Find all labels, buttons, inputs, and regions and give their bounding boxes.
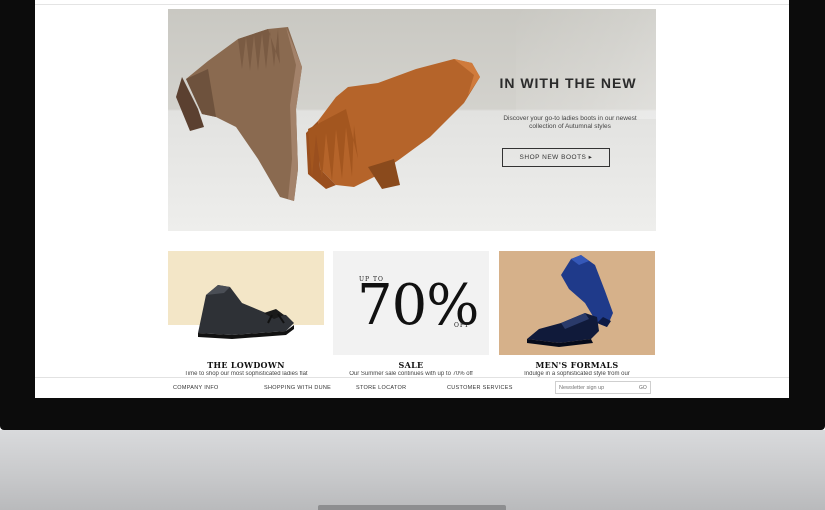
footer-nav: COMPANY INFO SHOPPING WITH DUNE STORE LO… bbox=[35, 377, 789, 398]
header-divider bbox=[35, 4, 789, 5]
newsletter-submit-button[interactable]: GO bbox=[639, 385, 647, 391]
newsletter-input[interactable] bbox=[555, 381, 651, 394]
tile-title-the-lowdown[interactable]: THE LOWDOWN bbox=[168, 360, 324, 370]
hero-description-line-2: collection of Autumnal styles bbox=[529, 123, 611, 130]
right-boot-icon bbox=[306, 59, 480, 189]
hero-title: IN WITH THE NEW bbox=[499, 75, 637, 91]
left-boot-icon bbox=[176, 27, 302, 201]
boots-image bbox=[176, 27, 480, 201]
tile-the-lowdown[interactable] bbox=[168, 251, 324, 355]
tile-title-sale[interactable]: SALE bbox=[333, 360, 489, 370]
footer-link-shopping-with-dune[interactable]: SHOPPING WITH DUNE bbox=[264, 385, 331, 391]
browser-screen: IN WITH THE NEW Discover your go-to ladi… bbox=[35, 0, 789, 398]
tile-title-mens-formals[interactable]: MEN'S FORMALS bbox=[499, 360, 655, 370]
monitor-chin bbox=[0, 430, 825, 510]
flat-shoe-icon bbox=[198, 285, 294, 339]
promo-off: OFF bbox=[454, 322, 471, 329]
monitor-stand bbox=[318, 505, 506, 510]
tile-sale[interactable]: UP TO 70% OFF bbox=[333, 251, 489, 355]
hero-description: Discover your go-to ladies boots in our … bbox=[484, 115, 656, 131]
footer-link-company-info[interactable]: COMPANY INFO bbox=[173, 385, 219, 391]
shop-new-boots-button[interactable]: SHOP NEW BOOTS ▸ bbox=[502, 148, 610, 167]
formal-shoes-icon bbox=[527, 255, 613, 347]
hero-banner[interactable]: IN WITH THE NEW Discover your go-to ladi… bbox=[168, 9, 656, 231]
footer-link-customer-services[interactable]: CUSTOMER SERVICES bbox=[447, 385, 513, 391]
footer-link-store-locator[interactable]: STORE LOCATOR bbox=[356, 385, 406, 391]
hero-description-line-1: Discover your go-to ladies boots in our … bbox=[503, 115, 637, 122]
tile-mens-formals[interactable] bbox=[499, 251, 655, 355]
